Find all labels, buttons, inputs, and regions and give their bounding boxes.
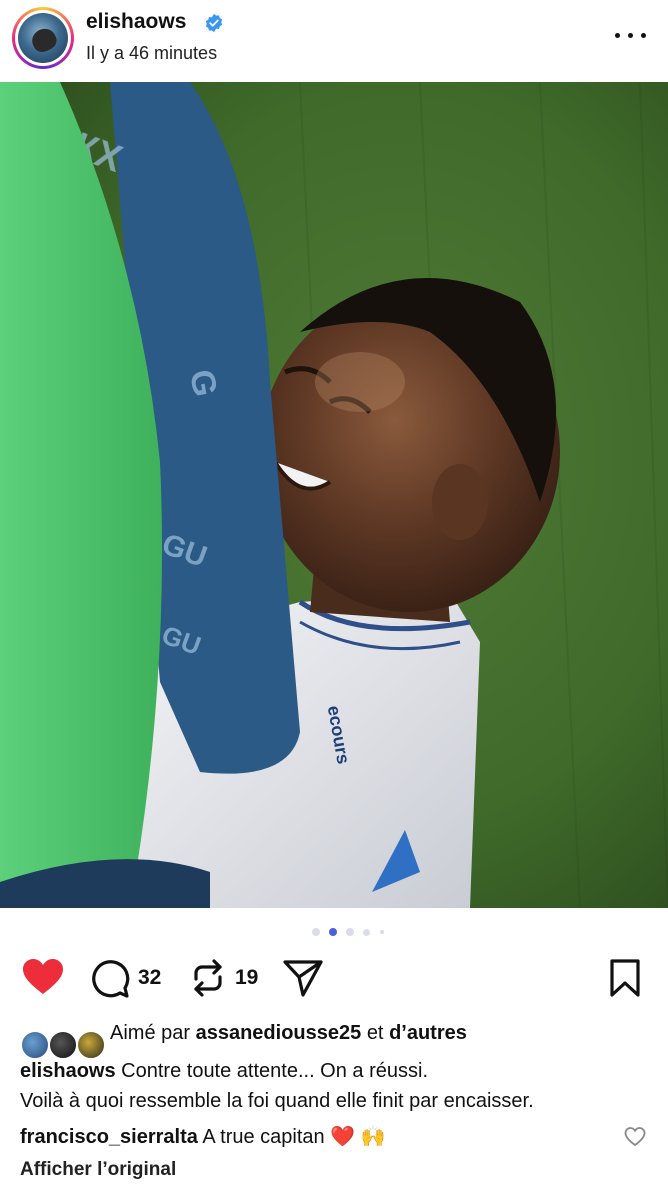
liked-by-joiner: et xyxy=(366,1022,384,1044)
share-send-icon[interactable] xyxy=(282,958,324,998)
show-original-link[interactable]: Afficher l’original xyxy=(20,1159,176,1181)
post-username[interactable]: elishaows xyxy=(86,10,186,34)
carousel-dot xyxy=(346,928,354,936)
comment-username[interactable]: francisco_sierralta xyxy=(20,1126,198,1148)
post-image[interactable]: ecours ЖX G GU GU xyxy=(0,82,668,908)
liked-by-text: Aimé par assanediousse25 et d’autres xyxy=(110,1022,467,1045)
avatar[interactable] xyxy=(12,7,74,69)
post-photo-illustration: ecours ЖX G GU GU xyxy=(0,82,668,908)
like-heart-icon[interactable] xyxy=(22,958,64,996)
post-caption: elishaows Contre toute attente... On a r… xyxy=(20,1056,660,1116)
post-actions: 32 19 xyxy=(0,950,668,1006)
post-header: elishaows Il y a 46 minutes xyxy=(0,0,668,82)
carousel-dot xyxy=(312,928,320,936)
top-comment: francisco_sierralta A true capitan ❤️ 🙌 xyxy=(20,1122,620,1152)
carousel-indicator xyxy=(0,928,668,938)
caption-username[interactable]: elishaows xyxy=(20,1060,116,1082)
repost-icon[interactable] xyxy=(190,957,226,999)
reposts-count: 19 xyxy=(235,966,259,989)
liked-by-user[interactable]: assanediousse25 xyxy=(196,1022,362,1044)
caption-line-1: Contre toute attente... On a réussi. xyxy=(121,1060,429,1082)
liked-by-others[interactable]: d’autres xyxy=(389,1022,467,1044)
carousel-dot xyxy=(380,930,384,934)
avatar-border xyxy=(15,10,71,66)
verified-badge-icon xyxy=(205,13,223,33)
avatar-image xyxy=(18,13,68,63)
post-timestamp: Il y a 46 minutes xyxy=(86,43,218,63)
comments-count: 32 xyxy=(138,966,162,989)
comment-text: A true capitan ❤️ 🙌 xyxy=(202,1126,386,1148)
more-options-icon[interactable] xyxy=(612,22,650,48)
bookmark-icon[interactable] xyxy=(608,958,642,998)
caption-line-2: Voilà à quoi ressemble la foi quand elle… xyxy=(20,1090,534,1112)
carousel-dot-active xyxy=(329,928,337,936)
carousel-dot xyxy=(363,928,370,936)
liked-by-prefix: Aimé par xyxy=(110,1022,191,1044)
comment-icon[interactable] xyxy=(90,958,130,998)
likes-summary[interactable]: Aimé par assanediousse25 et d’autres xyxy=(0,1018,668,1060)
comment-like-heart-icon[interactable] xyxy=(624,1126,646,1148)
